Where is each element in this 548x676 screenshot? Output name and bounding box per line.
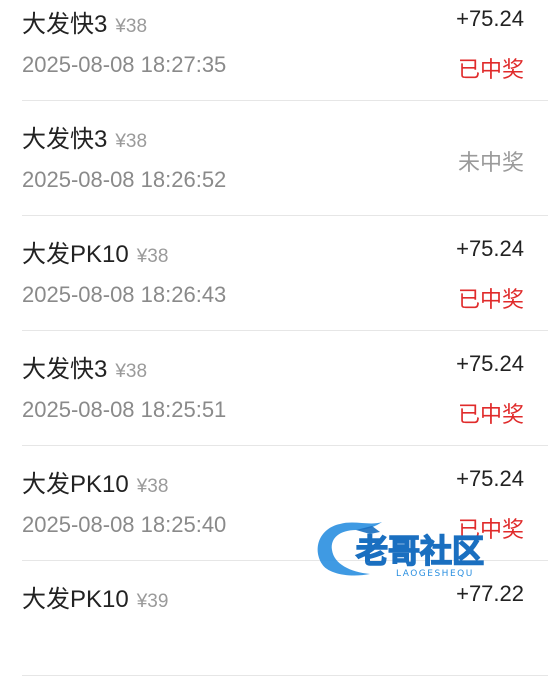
payout-amount: +75.24: [456, 466, 524, 491]
game-name: 大发快3 ¥38: [22, 126, 148, 153]
bet-record-row[interactable]: 大发PK10 ¥38 2025-08-08 18:26:43 +75.24 已中奖: [22, 216, 548, 331]
bet-record-row[interactable]: 大发PK10 ¥39 +77.22: [22, 561, 548, 676]
bet-record-row[interactable]: 大发快3 ¥38 2025-08-08 18:26:52 未中奖: [22, 101, 548, 216]
payout-amount: +75.24: [456, 6, 524, 31]
win-status: 已中奖: [457, 517, 524, 542]
bet-record-row[interactable]: 大发PK10 ¥38 2025-08-08 18:25:40 +75.24 已中奖: [22, 446, 548, 561]
bet-record-row[interactable]: 大发快3 ¥38 2025-08-08 18:25:51 +75.24 已中奖: [22, 331, 548, 446]
bet-timestamp: 2025-08-08 18:25:40: [22, 512, 227, 537]
win-status: 已中奖: [457, 402, 524, 427]
bet-timestamp: 2025-08-08 18:26:43: [22, 282, 227, 307]
payout-amount: +77.22: [456, 581, 524, 606]
game-name: 大发快3 ¥38: [22, 11, 148, 38]
bet-timestamp: 2025-08-08 18:25:51: [22, 397, 227, 422]
payout-amount: +75.24: [456, 351, 524, 376]
win-status: 已中奖: [457, 57, 524, 82]
bet-timestamp: 2025-08-08 18:26:52: [22, 167, 227, 192]
game-name: 大发PK10 ¥38: [22, 241, 169, 268]
win-status: 已中奖: [457, 287, 524, 312]
game-name: 大发PK10 ¥39: [22, 586, 169, 613]
bet-timestamp: 2025-08-08 18:27:35: [22, 52, 227, 77]
game-name: 大发快3 ¥38: [22, 356, 148, 383]
stake-amount: ¥38: [136, 476, 169, 497]
stake-amount: ¥38: [115, 131, 148, 152]
win-status: 未中奖: [457, 150, 524, 175]
stake-amount: ¥38: [115, 16, 148, 37]
bet-record-row[interactable]: 大发快3 ¥38 2025-08-08 18:27:35 +75.24 已中奖: [22, 0, 548, 101]
stake-amount: ¥39: [136, 591, 169, 612]
payout-amount: +75.24: [456, 236, 524, 261]
bet-record-list: 大发快3 ¥38 2025-08-08 18:27:35 +75.24 已中奖 大…: [0, 0, 548, 676]
stake-amount: ¥38: [115, 361, 148, 382]
game-name: 大发PK10 ¥38: [22, 471, 169, 498]
stake-amount: ¥38: [136, 246, 169, 267]
